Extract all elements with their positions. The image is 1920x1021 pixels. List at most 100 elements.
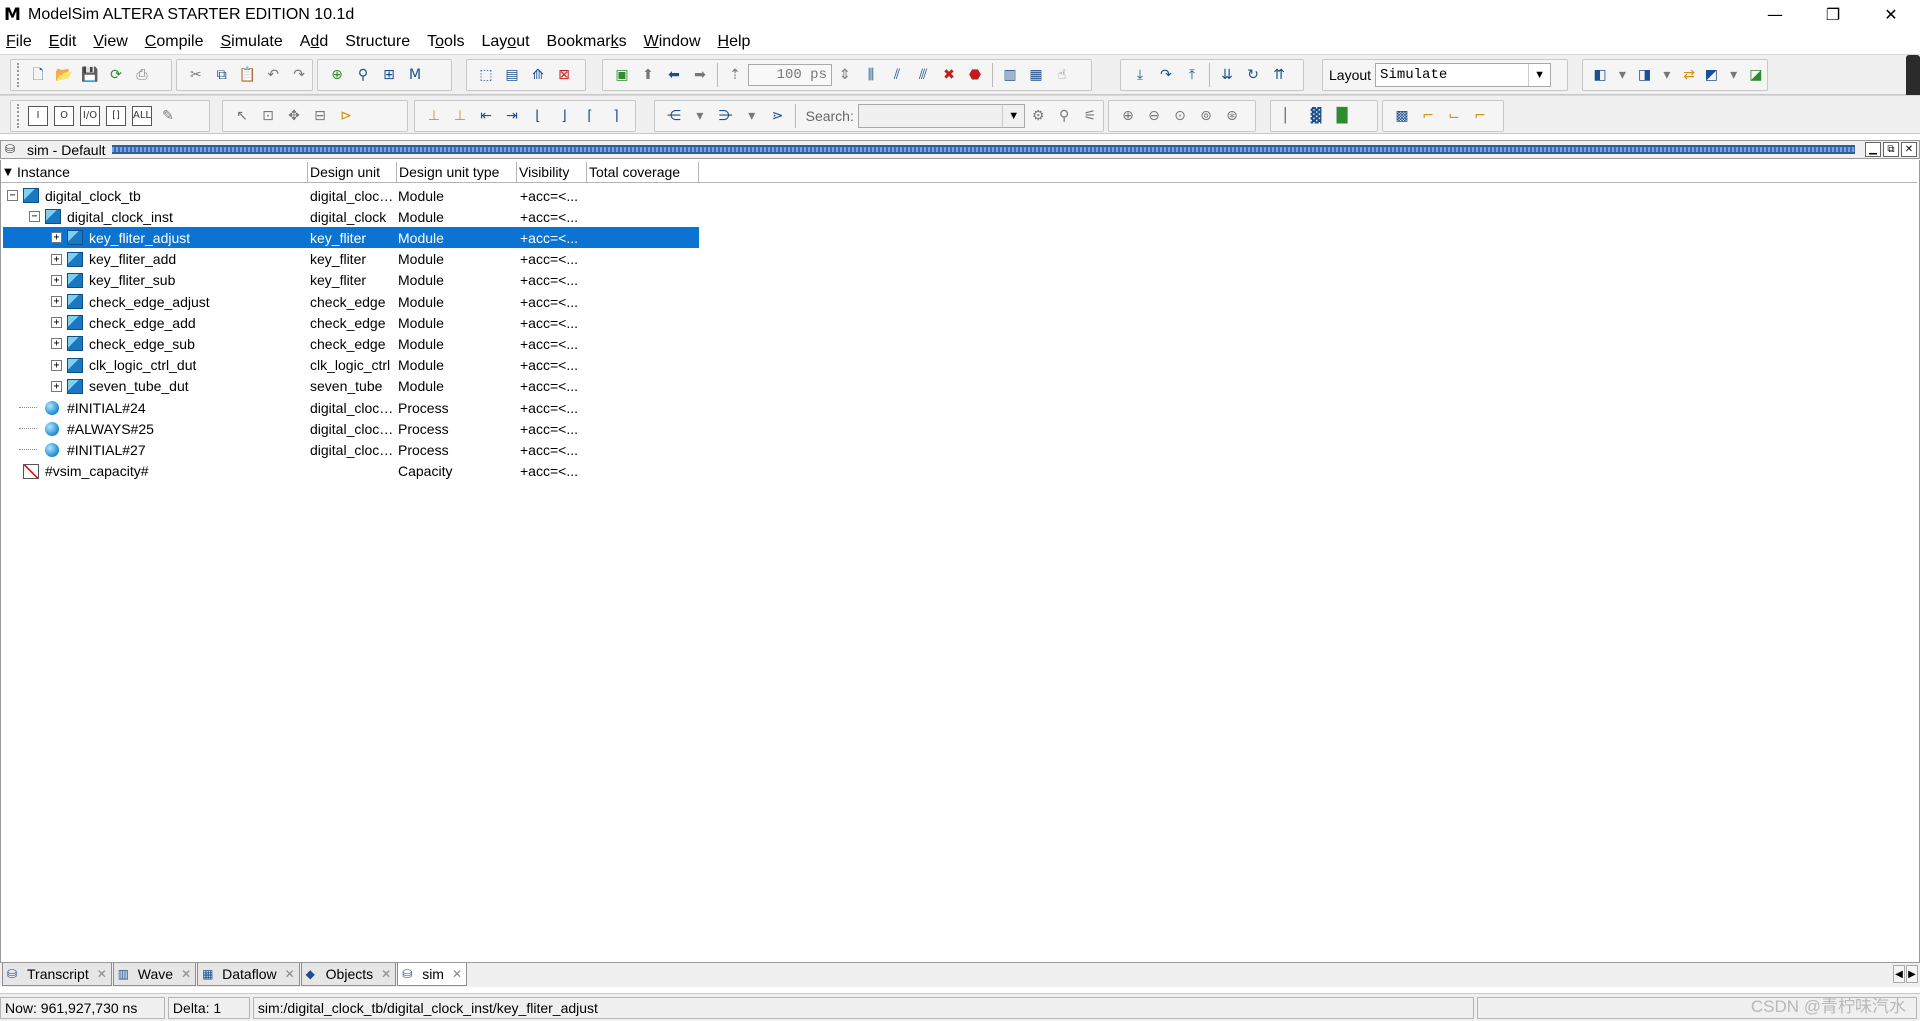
table-row[interactable]: + key_fliter_adjust key_fliter Module +acc=<…: [3, 227, 699, 249]
simulate-icon[interactable]: ⟰: [528, 65, 548, 85]
collapse-icon[interactable]: ⊞: [379, 65, 399, 85]
edit-mode-icon[interactable]: ⊟: [310, 106, 330, 126]
save-icon[interactable]: 💾: [80, 65, 100, 85]
column-layout-icon[interactable]: ◧: [1592, 65, 1608, 85]
break-run-icon[interactable]: ✖: [939, 65, 959, 85]
run-icon[interactable]: ⫼: [861, 65, 881, 85]
cursor-green-icon[interactable]: █: [1332, 106, 1352, 126]
paste-icon[interactable]: 📋: [238, 65, 258, 85]
search-options-icon[interactable]: ⚙: [1028, 106, 1048, 126]
expand-icon[interactable]: +: [51, 380, 62, 392]
menu-item[interactable]: Simulate: [220, 33, 282, 51]
tab-objects[interactable]: ◆ Objects ✕: [300, 963, 397, 986]
cut-icon[interactable]: ✂: [186, 65, 206, 85]
layout-select[interactable]: Simulate ▼: [1375, 63, 1552, 87]
zoom-region-icon[interactable]: ⊛: [1222, 106, 1242, 126]
tab-close-icon[interactable]: ✕: [285, 967, 295, 981]
zoom-out-icon[interactable]: ⊖: [1144, 106, 1164, 126]
column-total-coverage[interactable]: Total coverage: [587, 162, 699, 182]
dropdown-arrow-icon[interactable]: ▾: [1659, 65, 1675, 85]
menu-item[interactable]: Layout: [482, 33, 530, 51]
memory-icon[interactable]: ▦: [1026, 65, 1046, 85]
tab-sim[interactable]: ⛁ sim ✕: [397, 963, 468, 986]
menu-item[interactable]: Help: [718, 33, 751, 51]
restore-button[interactable]: ❐: [1804, 0, 1862, 29]
stop-icon[interactable]: ⬣: [965, 65, 985, 85]
table-row[interactable]: #INITIAL#24 digital_clock... Process +acc=<…: [3, 397, 699, 418]
prev-edge-icon[interactable]: ⇤: [476, 106, 496, 126]
panel-close-icon[interactable]: ✕: [1901, 142, 1917, 157]
tab-scroll-left-icon[interactable]: ◀: [1893, 965, 1905, 983]
wave-block-icon[interactable]: ▩: [1392, 106, 1412, 126]
continue-run-icon[interactable]: ⫽: [887, 65, 907, 85]
close-window-button[interactable]: ✕: [1862, 0, 1920, 29]
run-length-input[interactable]: 100 ps: [748, 64, 832, 86]
menu-item[interactable]: Bookmarks: [547, 33, 627, 51]
redo-icon[interactable]: ↷: [289, 65, 309, 85]
search-next-icon[interactable]: ⚲: [1054, 106, 1074, 126]
dropdown-arrow-icon[interactable]: ▾: [1614, 65, 1630, 85]
table-row[interactable]: + seven_tube_dut seven_tube Module +acc=<...: [3, 376, 699, 397]
tab-close-icon[interactable]: ✕: [381, 967, 391, 981]
dropdown-arrow-icon[interactable]: ▾: [742, 106, 762, 126]
column-design-unit[interactable]: Design unit: [308, 162, 397, 182]
zoom-mode-icon[interactable]: ⊡: [258, 106, 278, 126]
rising-edge-icon[interactable]: ⌋: [554, 106, 574, 126]
panel-minimize-icon[interactable]: ▁: [1865, 142, 1881, 157]
zoom-full-icon[interactable]: ⊙: [1170, 106, 1190, 126]
table-row[interactable]: + key_fliter_add key_fliter Module +acc=<...: [3, 249, 699, 270]
table-row[interactable]: − digital_clock_tb digital_clock... Module +…: [3, 185, 699, 206]
chevron-down-icon[interactable]: ▼: [1528, 64, 1550, 86]
wave-fall-icon[interactable]: ⌐: [1470, 106, 1490, 126]
undo-icon[interactable]: ↶: [263, 65, 283, 85]
driver-icon[interactable]: ⊳: [336, 106, 356, 126]
environment-icon[interactable]: ▣: [612, 65, 632, 85]
step-into-icon[interactable]: ⤓: [1130, 65, 1150, 85]
prev-falling-icon[interactable]: ⌈: [580, 106, 600, 126]
search-clear-icon[interactable]: ⚟: [1080, 106, 1100, 126]
menu-item[interactable]: Compile: [145, 33, 204, 51]
menu-item[interactable]: Structure: [345, 33, 410, 51]
modelsim-m-icon[interactable]: M: [405, 65, 425, 85]
tab-close-icon[interactable]: ✕: [97, 967, 107, 981]
minimize-button[interactable]: —: [1746, 0, 1804, 29]
eraser-icon[interactable]: ✎: [158, 106, 178, 126]
chevron-down-icon[interactable]: ▼: [1002, 105, 1024, 127]
table-row[interactable]: + clk_logic_ctrl_dut clk_logic_ctrl Module +…: [3, 355, 699, 376]
cursor-line-icon[interactable]: ▏: [1280, 106, 1300, 126]
up-arrow-icon[interactable]: ⬆: [638, 65, 658, 85]
column-design-unit-type[interactable]: Design unit type: [397, 162, 517, 182]
back-arrow-icon[interactable]: ⬅: [664, 65, 684, 85]
table-row[interactable]: + key_fliter_sub key_fliter Module +acc=<...: [3, 270, 699, 291]
tab-scroll-right-icon[interactable]: ▶: [1906, 965, 1918, 983]
column-instance[interactable]: Instance: [15, 162, 308, 182]
table-row[interactable]: + check_edge_adjust check_edge Module +acc=<…: [3, 291, 699, 312]
inout-filter-icon[interactable]: I/O: [80, 106, 100, 126]
collapse-icon[interactable]: −: [7, 190, 18, 201]
tab-transcript[interactable]: ⛁ Transcript ✕: [2, 963, 112, 986]
next-rising-icon[interactable]: ⌉: [606, 106, 626, 126]
internal-filter-icon[interactable]: []: [106, 106, 126, 126]
step-out-all-icon[interactable]: ⇈: [1269, 65, 1289, 85]
menu-item[interactable]: Add: [300, 33, 328, 51]
toolbar-grip[interactable]: [17, 104, 20, 128]
break-icon[interactable]: ⊠: [554, 65, 574, 85]
next-transition-icon[interactable]: ⊥: [450, 106, 470, 126]
compile-icon[interactable]: ⬚: [476, 65, 496, 85]
expand-icon[interactable]: +: [51, 274, 62, 286]
run-length-spinner-icon[interactable]: ⇕: [835, 65, 855, 85]
menu-item[interactable]: View: [93, 33, 127, 51]
wave-rise-icon[interactable]: ⌐: [1418, 106, 1438, 126]
step-over-all-icon[interactable]: ↻: [1243, 65, 1263, 85]
search-input[interactable]: ▼: [857, 104, 1026, 128]
panel-drag-bar[interactable]: [111, 145, 1855, 154]
column-layout-2-icon[interactable]: ◨: [1637, 65, 1653, 85]
next-edge-icon[interactable]: ⇥: [502, 106, 522, 126]
forward-arrow-icon[interactable]: ➡: [690, 65, 710, 85]
panel-undock-icon[interactable]: ⧉: [1883, 142, 1899, 157]
dropdown-arrow-icon[interactable]: ▾: [690, 106, 710, 126]
toolbar-grip[interactable]: [17, 63, 20, 87]
trace-icon[interactable]: ⋗: [768, 106, 788, 126]
open-folder-icon[interactable]: 📂: [54, 65, 74, 85]
find-binoculars-icon[interactable]: ⚲: [353, 65, 373, 85]
